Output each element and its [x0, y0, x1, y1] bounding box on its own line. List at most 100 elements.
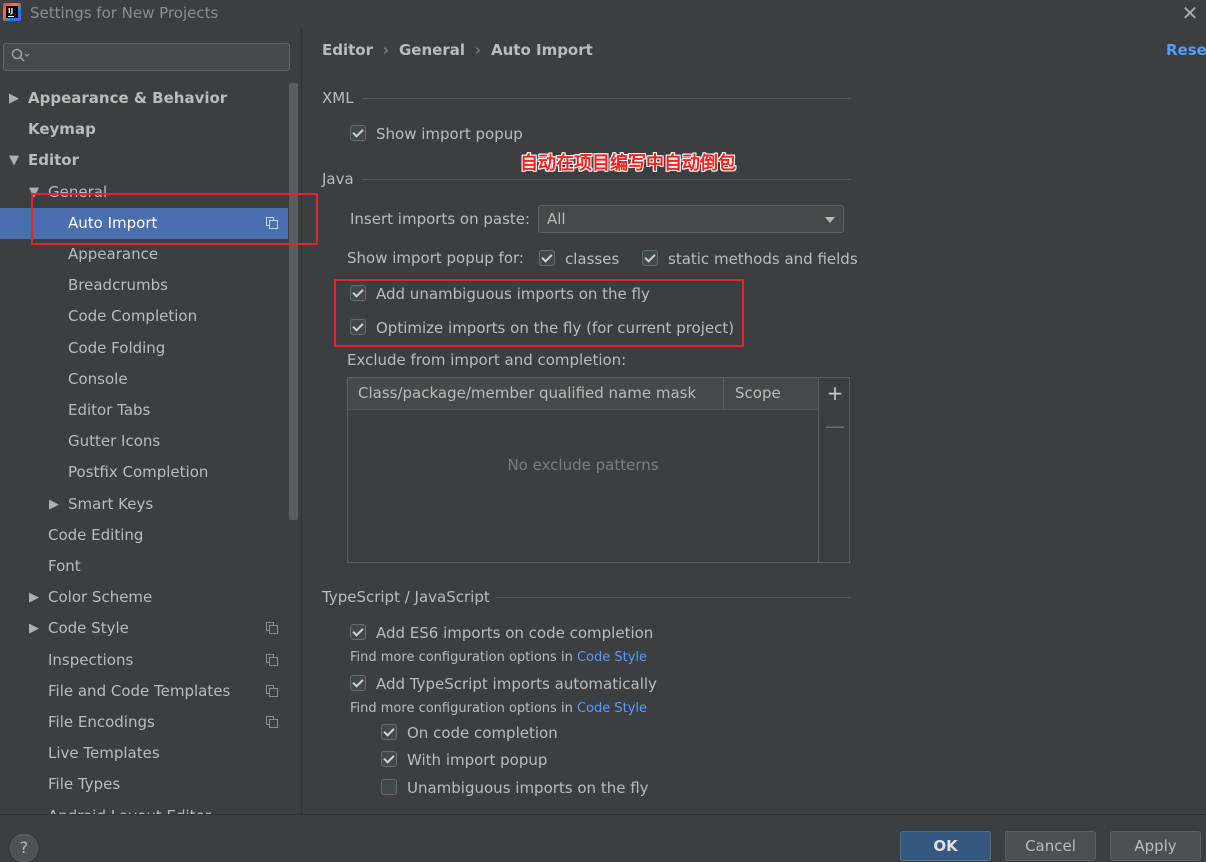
expand-arrow-icon[interactable]: ▼	[9, 145, 19, 176]
code-style-link[interactable]: Code Style	[577, 701, 647, 716]
insert-imports-select[interactable]: All	[538, 205, 844, 233]
section-divider	[362, 98, 851, 99]
chevron-down-icon	[825, 217, 835, 223]
sidebar-item-editor-tabs[interactable]: Editor Tabs	[0, 395, 288, 426]
section-title-typescript: TypeScript / JavaScript	[322, 588, 490, 606]
copy-icon	[266, 654, 278, 666]
checkbox-box[interactable]	[350, 125, 366, 141]
sidebar-item-label: Inspections	[48, 651, 134, 669]
sidebar-item-code-style[interactable]: ▶ Code Style	[0, 613, 288, 644]
breadcrumb-item: Auto Import	[491, 41, 593, 59]
breadcrumb-item: Editor	[322, 41, 373, 59]
sidebar-item-label: Live Templates	[48, 744, 160, 762]
breadcrumb: Editor › General › Auto Import	[322, 41, 593, 59]
checkbox-label: Add TypeScript imports automatically	[376, 675, 657, 693]
sidebar-item-inspections[interactable]: Inspections	[0, 645, 288, 676]
sidebar-item-keymap[interactable]: Keymap	[0, 114, 288, 145]
sidebar-scrollbar[interactable]	[289, 83, 298, 520]
checkbox-box[interactable]	[350, 675, 366, 691]
sidebar-item-label: Gutter Icons	[68, 432, 161, 450]
sidebar-item-code-folding[interactable]: Code Folding	[0, 333, 288, 364]
column-header-scope[interactable]: Scope	[735, 384, 781, 402]
sidebar-item-code-completion[interactable]: Code Completion	[0, 301, 288, 332]
checkbox-box[interactable]	[539, 250, 555, 266]
annotation-box	[31, 193, 318, 245]
sidebar-item-console[interactable]: Console	[0, 364, 288, 395]
column-divider[interactable]	[723, 378, 724, 409]
checkbox-label: With import popup	[407, 751, 548, 769]
settings-sidebar: ▶ Appearance & Behavior Keymap ▼ Editor ▼ Gene…	[0, 28, 301, 814]
remove-icon[interactable]: —	[824, 415, 846, 437]
sidebar-item-label: File and Code Templates	[48, 682, 231, 700]
hint-text: Find more configuration options in	[350, 650, 573, 665]
help-button[interactable]: ?	[10, 834, 38, 862]
sidebar-item-label: Code Style	[48, 619, 129, 637]
sidebar-item-live-templates[interactable]: Live Templates	[0, 738, 288, 769]
apply-button[interactable]: Apply	[1110, 831, 1201, 861]
select-value: All	[547, 210, 566, 228]
add-icon[interactable]: +	[824, 382, 846, 404]
checkbox-label: static methods and fields	[668, 250, 858, 268]
settings-content: Editor › General › Auto Import Reset XML Sho…	[302, 28, 1206, 814]
column-header-mask[interactable]: Class/package/member qualified name mask	[358, 384, 696, 402]
checkbox-label: Add ES6 imports on code completion	[376, 624, 654, 642]
sidebar-item-postfix-completion[interactable]: Postfix Completion	[0, 457, 288, 488]
sidebar-item-gutter-icons[interactable]: Gutter Icons	[0, 426, 288, 457]
checkbox-label: classes	[565, 250, 620, 268]
annotation-box	[334, 279, 744, 347]
table-toolbar-divider	[818, 378, 819, 562]
sidebar-item-label: Code Editing	[48, 526, 144, 544]
section-divider	[496, 597, 851, 598]
breadcrumb-separator: ›	[383, 41, 389, 59]
copy-icon	[266, 716, 278, 728]
annotation-text: 自动在项目编写中自动倒包	[520, 153, 736, 174]
sidebar-item-appearance-behavior[interactable]: ▶ Appearance & Behavior	[0, 83, 288, 114]
close-icon[interactable]: ✕	[1180, 3, 1200, 23]
collapse-arrow-icon[interactable]: ▶	[49, 489, 59, 520]
sidebar-item-editor[interactable]: ▼ Editor	[0, 145, 288, 176]
sidebar-item-label: File Encodings	[48, 713, 155, 731]
sidebar-item-file-types[interactable]: File Types	[0, 769, 288, 800]
checkbox-box[interactable]	[381, 751, 397, 767]
sidebar-item-label: Editor	[28, 151, 79, 169]
sidebar-item-label: Appearance & Behavior	[28, 89, 228, 107]
cancel-button[interactable]: Cancel	[1005, 831, 1096, 861]
search-input[interactable]	[3, 43, 290, 71]
sidebar-item-label: Android Layout Editor	[48, 801, 211, 814]
section-divider	[362, 179, 851, 180]
sidebar-item-label: Postfix Completion	[68, 463, 209, 481]
reset-link[interactable]: Reset	[1166, 41, 1206, 59]
sidebar-item-label: Color Scheme	[48, 588, 153, 606]
table-header: Class/package/member qualified name mask…	[348, 378, 818, 410]
empty-table-text: No exclude patterns	[507, 456, 659, 474]
search-icon	[11, 48, 30, 62]
title-bar: IJ Settings for New Projects ✕	[0, 0, 1206, 28]
show-popup-for-label: Show import popup for:	[347, 249, 524, 267]
sidebar-item-code-editing[interactable]: Code Editing	[0, 520, 288, 551]
checkbox-box[interactable]	[381, 779, 397, 795]
sidebar-item-file-encodings[interactable]: File Encodings	[0, 707, 288, 738]
sidebar-item-smart-keys[interactable]: ▶ Smart Keys	[0, 489, 288, 520]
ok-button[interactable]: OK	[900, 831, 991, 861]
sidebar-item-label: Keymap	[28, 120, 96, 138]
sidebar-item-android-layout-editor[interactable]: Android Layout Editor	[0, 801, 288, 814]
section-title-java: Java	[322, 170, 354, 188]
collapse-arrow-icon[interactable]: ▶	[29, 613, 39, 644]
insert-imports-label: Insert imports on paste:	[350, 210, 531, 228]
checkbox-box[interactable]	[642, 250, 658, 266]
collapse-arrow-icon[interactable]: ▶	[9, 83, 19, 114]
breadcrumb-item: General	[399, 41, 465, 59]
sidebar-item-color-scheme[interactable]: ▶ Color Scheme	[0, 582, 288, 613]
window-title: Settings for New Projects	[30, 4, 219, 22]
checkbox-box[interactable]	[350, 624, 366, 640]
sidebar-item-file-and-code-templates[interactable]: File and Code Templates	[0, 676, 288, 707]
checkbox-box[interactable]	[381, 724, 397, 740]
sidebar-item-breadcrumbs[interactable]: Breadcrumbs	[0, 270, 288, 301]
collapse-arrow-icon[interactable]: ▶	[29, 582, 39, 613]
copy-icon	[266, 685, 278, 697]
code-style-link[interactable]: Code Style	[577, 650, 647, 665]
find-more-hint: Find more configuration options in Code …	[350, 701, 647, 716]
sidebar-item-font[interactable]: Font	[0, 551, 288, 582]
exclude-table: Class/package/member qualified name mask…	[347, 377, 850, 563]
hint-text: Find more configuration options in	[350, 701, 573, 716]
